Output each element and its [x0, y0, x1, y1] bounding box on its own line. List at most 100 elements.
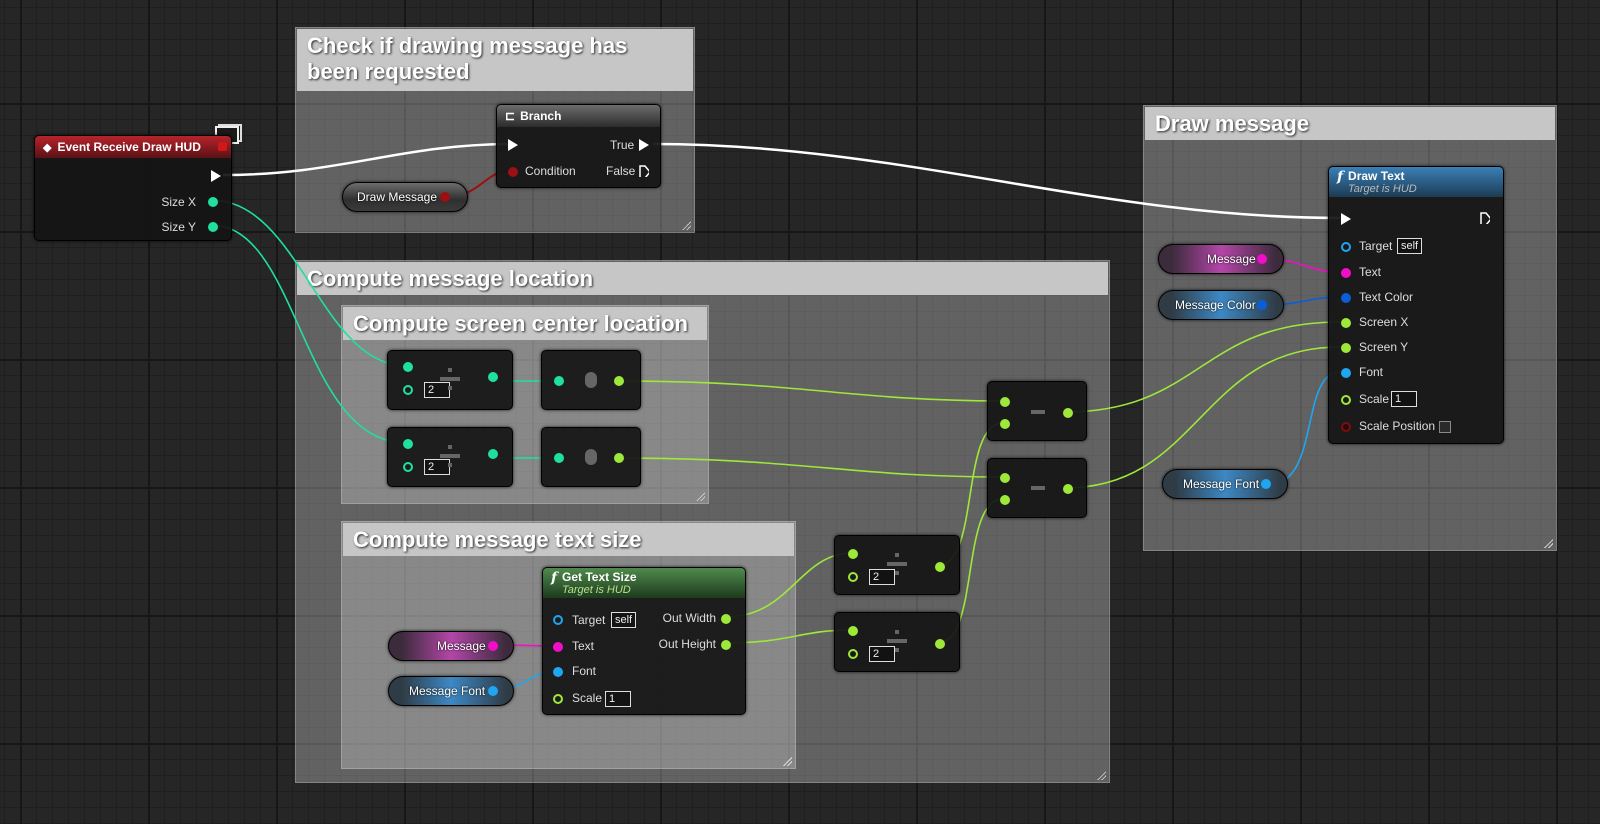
exec-in-pin[interactable]	[508, 139, 518, 151]
int-to-float-node-y[interactable]	[541, 427, 641, 487]
message-pin[interactable]	[1257, 254, 1267, 264]
divide-node-y[interactable]: 2	[387, 427, 513, 487]
out-height-pin[interactable]	[721, 640, 731, 650]
scale-position-checkbox[interactable]	[1439, 421, 1451, 433]
result-pin[interactable]	[488, 372, 498, 382]
false-exec-pin[interactable]	[639, 165, 649, 177]
message-font-pin[interactable]	[488, 686, 498, 696]
result-pin[interactable]	[1063, 408, 1073, 418]
text-pin[interactable]	[1341, 268, 1351, 278]
variable-label: Draw Message	[357, 190, 438, 204]
scale-pin[interactable]	[553, 694, 563, 704]
branch-icon: ⊏	[505, 109, 516, 123]
target-value[interactable]: self	[611, 612, 637, 628]
exec-out-pin[interactable]	[211, 170, 221, 182]
text-label: Text	[1359, 265, 1382, 279]
dividend-pin[interactable]	[403, 439, 413, 449]
result-pin[interactable]	[935, 562, 945, 572]
out-width-label: Out Width	[662, 611, 716, 625]
exec-out-pin[interactable]	[1480, 212, 1490, 224]
screen-y-label: Screen Y	[1359, 340, 1409, 354]
result-pin[interactable]	[935, 639, 945, 649]
node-header: f Get Text Size Target is HUD	[543, 568, 745, 598]
delegate-pin[interactable]	[218, 142, 227, 151]
divide-node-x[interactable]: 2	[387, 350, 513, 410]
text-pin[interactable]	[553, 642, 563, 652]
divide-icon	[887, 639, 907, 643]
scale-label: Scale	[1359, 392, 1390, 406]
get-text-size-node[interactable]: f Get Text Size Target is HUD Target sel…	[542, 567, 746, 715]
subtract-node-y[interactable]	[987, 458, 1087, 518]
divide-icon-dot	[448, 386, 452, 390]
message-color-pin[interactable]	[1257, 300, 1267, 310]
target-pin[interactable]	[553, 615, 563, 625]
out-width-pin[interactable]	[721, 614, 731, 624]
scale-input[interactable]: 1	[1391, 391, 1417, 407]
scale-pin[interactable]	[1341, 395, 1351, 405]
input-pin[interactable]	[554, 376, 564, 386]
a-pin[interactable]	[1000, 473, 1010, 483]
message-pin[interactable]	[488, 641, 498, 651]
draw-message-pin[interactable]	[440, 192, 450, 202]
condition-pin[interactable]	[508, 167, 518, 177]
float-wire	[618, 380, 1004, 402]
input-pin[interactable]	[554, 453, 564, 463]
dividend-pin[interactable]	[848, 626, 858, 636]
subtract-node-x[interactable]	[987, 381, 1087, 441]
result-pin[interactable]	[488, 449, 498, 459]
divide-icon-dot	[448, 463, 452, 467]
divisor-pin[interactable]	[848, 572, 858, 582]
subtract-icon	[1031, 410, 1045, 414]
branch-node[interactable]: ⊏ Branch True Condition False	[496, 104, 661, 188]
message-font-pin[interactable]	[1261, 479, 1271, 489]
divide-icon	[440, 454, 460, 458]
node-title: Branch	[520, 109, 562, 123]
size-y-pin[interactable]	[208, 222, 218, 232]
output-pin[interactable]	[614, 453, 624, 463]
divide-icon	[887, 562, 907, 566]
false-label: False	[606, 164, 636, 178]
divide-icon-dot	[448, 368, 452, 372]
font-pin[interactable]	[1341, 368, 1351, 378]
b-pin[interactable]	[1000, 419, 1010, 429]
divisor-pin[interactable]	[848, 649, 858, 659]
true-label: True	[610, 138, 635, 152]
screen-y-pin[interactable]	[1341, 343, 1351, 353]
font-pin[interactable]	[553, 667, 563, 677]
exec-in-pin[interactable]	[1341, 213, 1351, 225]
result-pin[interactable]	[1063, 484, 1073, 494]
divisor-pin[interactable]	[403, 462, 413, 472]
dividend-pin[interactable]	[403, 362, 413, 372]
int-to-float-node-x[interactable]	[541, 350, 641, 410]
node-subtitle: Target is HUD	[562, 584, 631, 596]
size-x-pin[interactable]	[208, 197, 218, 207]
event-receive-draw-hud-node[interactable]: ◆ Event Receive Draw HUD Size X Size Y	[34, 135, 232, 241]
divide-node-width[interactable]: 2	[834, 535, 960, 595]
divide-node-height[interactable]: 2	[834, 612, 960, 672]
scale-input[interactable]: 1	[605, 691, 631, 707]
screen-x-pin[interactable]	[1341, 318, 1351, 328]
b-pin[interactable]	[1000, 495, 1010, 505]
draw-text-node[interactable]: f Draw Text Target is HUD Target self Te…	[1328, 166, 1504, 444]
dividend-pin[interactable]	[848, 549, 858, 559]
node-header: f Draw Text Target is HUD	[1329, 167, 1503, 197]
a-pin[interactable]	[1000, 397, 1010, 407]
divisor-input[interactable]: 2	[869, 646, 895, 662]
target-pin[interactable]	[1341, 242, 1351, 252]
output-pin[interactable]	[614, 376, 624, 386]
node-title: Event Receive Draw HUD	[57, 140, 201, 154]
int-wire	[210, 199, 408, 367]
blueprint-graph-canvas[interactable]: Check if drawing message has been reques…	[0, 0, 1600, 824]
divisor-input[interactable]: 2	[424, 459, 450, 475]
target-value[interactable]: self	[1397, 238, 1423, 254]
divisor-input[interactable]: 2	[869, 569, 895, 585]
divide-icon	[440, 377, 460, 381]
divisor-pin[interactable]	[403, 385, 413, 395]
divisor-input[interactable]: 2	[424, 382, 450, 398]
float-wire	[1064, 321, 1341, 413]
scale-position-pin[interactable]	[1341, 422, 1351, 432]
target-label: Target	[1359, 239, 1393, 253]
true-exec-pin[interactable]	[639, 139, 649, 151]
int-wire	[210, 224, 408, 444]
text-color-pin[interactable]	[1341, 293, 1351, 303]
